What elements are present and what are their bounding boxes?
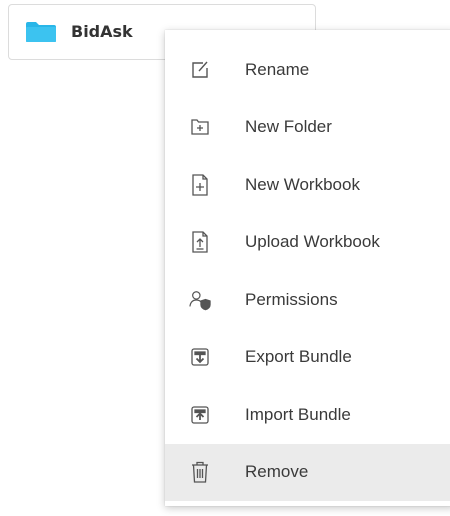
folder-icon	[25, 21, 57, 43]
menu-item-permissions[interactable]: Permissions	[165, 271, 450, 329]
menu-item-rename[interactable]: Rename	[165, 41, 450, 99]
menu-item-upload-workbook[interactable]: Upload Workbook	[165, 214, 450, 272]
new-folder-icon	[189, 116, 211, 138]
trash-icon	[189, 461, 211, 483]
rename-icon	[189, 59, 211, 81]
menu-item-label: Export Bundle	[245, 347, 352, 367]
menu-item-label: Remove	[245, 462, 309, 482]
menu-item-export-bundle[interactable]: Export Bundle	[165, 329, 450, 387]
context-menu: Rename New Folder New Workbook Upload Wo…	[165, 30, 450, 506]
menu-item-label: Rename	[245, 59, 310, 79]
stage: BidAsk Rename New Folder New Workbook Up…	[0, 0, 450, 516]
new-workbook-icon	[189, 174, 211, 196]
folder-name: BidAsk	[71, 22, 133, 41]
menu-item-label: Import Bundle	[245, 404, 351, 424]
menu-item-new-workbook[interactable]: New Workbook	[165, 156, 450, 214]
upload-workbook-icon	[189, 231, 211, 253]
import-bundle-icon	[189, 404, 211, 426]
menu-item-remove[interactable]: Remove	[165, 443, 450, 501]
menu-item-label: Upload Workbook	[245, 232, 380, 252]
menu-item-new-folder[interactable]: New Folder	[165, 99, 450, 157]
permissions-icon	[189, 289, 211, 311]
menu-item-import-bundle[interactable]: Import Bundle	[165, 386, 450, 444]
export-bundle-icon	[189, 346, 211, 368]
menu-item-label: Permissions	[245, 289, 338, 309]
menu-item-label: New Folder	[245, 117, 332, 137]
menu-item-label: New Workbook	[245, 174, 360, 194]
